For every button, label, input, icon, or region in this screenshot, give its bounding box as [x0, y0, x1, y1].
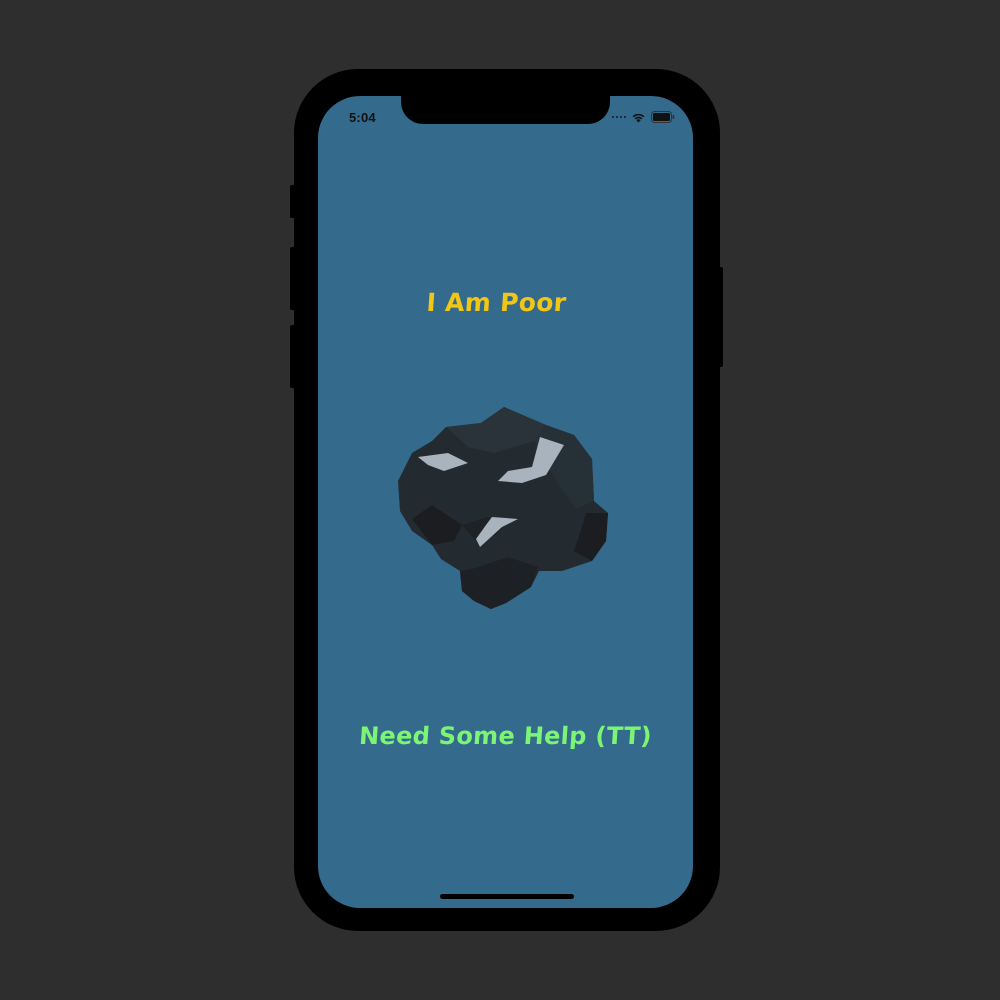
- wifi-icon: [632, 113, 645, 122]
- help-text: Need Some Help (TT): [358, 722, 653, 750]
- status-time: 5:04: [349, 110, 376, 125]
- battery-icon: [651, 111, 675, 123]
- cellular-dots-icon: [612, 116, 626, 118]
- simulator-stage: 5:04 I Am Poor Need Some Help (TT): [0, 0, 1000, 1000]
- app-screen: 5:04 I Am Poor Need Some Help (TT): [318, 96, 693, 908]
- page-title: I Am Poor: [425, 288, 568, 317]
- coal-rock-image: [398, 407, 608, 609]
- status-icons: [612, 111, 675, 123]
- home-indicator[interactable]: [440, 894, 574, 899]
- notch: [401, 96, 610, 124]
